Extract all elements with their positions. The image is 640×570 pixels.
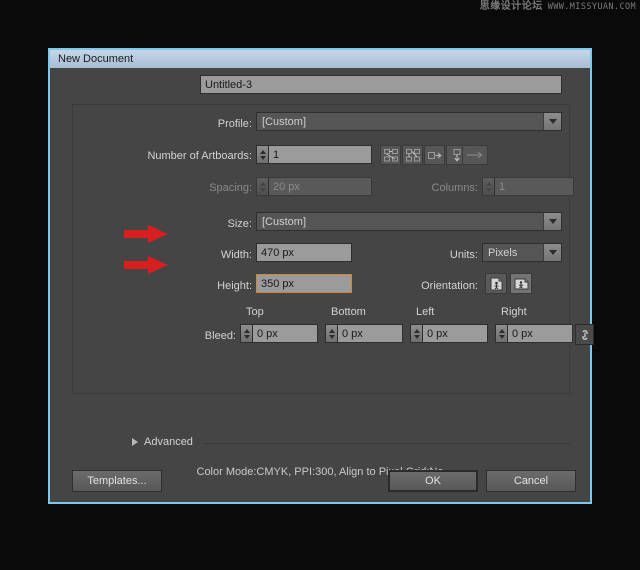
spacing-label: Spacing:: [209, 182, 252, 194]
bleed-bottom-value: 0 px: [342, 328, 363, 340]
bleed-bottom-input[interactable]: 0 px: [337, 324, 403, 343]
units-dropdown[interactable]: Pixels: [482, 243, 562, 262]
chevron-down-icon[interactable]: [543, 244, 561, 261]
height-value: 350 px: [261, 278, 294, 290]
units-label: Units:: [450, 249, 478, 261]
bleed-bottom-stepper[interactable]: 0 px: [325, 324, 403, 343]
height-arrow: [124, 255, 170, 275]
name-input-value: Untitled-3: [205, 79, 252, 91]
templates-button-label: Templates...: [87, 475, 146, 487]
size-label: Size:: [228, 218, 252, 230]
size-dropdown[interactable]: [Custom]: [256, 212, 562, 231]
advanced-label: Advanced: [144, 436, 193, 448]
triangle-right-icon[interactable]: [132, 438, 138, 446]
width-label: Width:: [221, 249, 252, 261]
bleed-top-input[interactable]: 0 px: [252, 324, 318, 343]
spacing-spinner-buttons: [256, 177, 268, 196]
bleed-left-stepper[interactable]: 0 px: [410, 324, 488, 343]
bleed-left-value: 0 px: [427, 328, 448, 340]
profile-label: Profile:: [218, 118, 252, 130]
ok-button[interactable]: OK: [388, 470, 478, 492]
bleed-label: Bleed:: [205, 330, 236, 342]
dialog-body: Name: Untitled-3 Profile: [Custom] Numbe…: [50, 68, 590, 502]
spacing-stepper: 20 px: [256, 177, 372, 196]
width-input[interactable]: 470 px: [256, 243, 352, 262]
artboards-spinner-buttons[interactable]: [256, 145, 268, 164]
bleed-right-label: Right: [501, 306, 527, 318]
bleed-bottom-spinner-buttons[interactable]: [325, 324, 337, 343]
spacing-input: 20 px: [268, 177, 372, 196]
width-arrow: [124, 224, 170, 244]
height-label: Height:: [217, 280, 252, 292]
columns-spinner-buttons: [482, 177, 494, 196]
orientation-landscape-icon[interactable]: [510, 273, 532, 294]
bleed-top-label: Top: [246, 306, 264, 318]
advanced-divider: [202, 443, 570, 444]
spacing-value: 20 px: [273, 181, 300, 193]
orientation-label: Orientation:: [421, 280, 478, 292]
width-value: 470 px: [261, 247, 294, 259]
size-value: [Custom]: [257, 216, 306, 228]
advanced-disclosure[interactable]: Advanced: [132, 436, 193, 448]
ok-button-label: OK: [425, 475, 441, 487]
chevron-down-icon[interactable]: [543, 213, 561, 230]
columns-label: Columns:: [432, 182, 478, 194]
name-input[interactable]: Untitled-3: [200, 75, 562, 94]
number-of-artboards-label: Number of Artboards:: [147, 150, 252, 162]
bleed-left-label: Left: [416, 306, 434, 318]
orientation-portrait-icon[interactable]: [485, 273, 507, 294]
profile-dropdown[interactable]: [Custom]: [256, 112, 562, 131]
cancel-button[interactable]: Cancel: [486, 470, 576, 492]
watermark: 思缘设计论坛 WWW.MISSYUAN.COM: [480, 2, 636, 12]
bleed-bottom-label: Bottom: [331, 306, 366, 318]
watermark-url-text: WWW.MISSYUAN.COM: [548, 3, 636, 12]
units-value: Pixels: [483, 247, 517, 259]
dialog-titlebar: New Document: [50, 50, 590, 68]
bleed-top-stepper[interactable]: 0 px: [240, 324, 318, 343]
bleed-left-input[interactable]: 0 px: [422, 324, 488, 343]
bleed-right-stepper[interactable]: 0 px: [495, 324, 573, 343]
cancel-button-label: Cancel: [514, 475, 548, 487]
artboard-layout-buttons[interactable]: [380, 145, 467, 165]
layout-direction-icon[interactable]: [462, 145, 488, 165]
arrange-by-row-icon[interactable]: [424, 145, 445, 165]
profile-value: [Custom]: [257, 116, 306, 128]
number-of-artboards-stepper[interactable]: 1: [256, 145, 372, 164]
columns-input: 1: [494, 177, 574, 196]
link-chain-icon[interactable]: [575, 324, 594, 345]
dialog-title: New Document: [58, 53, 133, 65]
bleed-right-value: 0 px: [512, 328, 533, 340]
height-input[interactable]: 350 px: [256, 274, 352, 293]
chevron-down-icon[interactable]: [543, 113, 561, 130]
bleed-right-input[interactable]: 0 px: [507, 324, 573, 343]
bleed-top-value: 0 px: [257, 328, 278, 340]
screen: 思缘设计论坛 WWW.MISSYUAN.COM New Document Nam…: [0, 0, 640, 570]
templates-button[interactable]: Templates...: [72, 470, 162, 492]
grid-by-column-icon[interactable]: [402, 145, 423, 165]
bleed-top-spinner-buttons[interactable]: [240, 324, 252, 343]
watermark-cjk-text: 思缘设计论坛: [480, 2, 543, 12]
bleed-right-spinner-buttons[interactable]: [495, 324, 507, 343]
artboards-input[interactable]: 1: [268, 145, 372, 164]
artboards-value: 1: [273, 149, 279, 161]
new-document-dialog: New Document Name: Untitled-3 Profile: […: [48, 48, 592, 504]
bleed-left-spinner-buttons[interactable]: [410, 324, 422, 343]
grid-by-row-icon[interactable]: [380, 145, 401, 165]
columns-value: 1: [499, 181, 505, 193]
columns-stepper: 1: [482, 177, 574, 196]
